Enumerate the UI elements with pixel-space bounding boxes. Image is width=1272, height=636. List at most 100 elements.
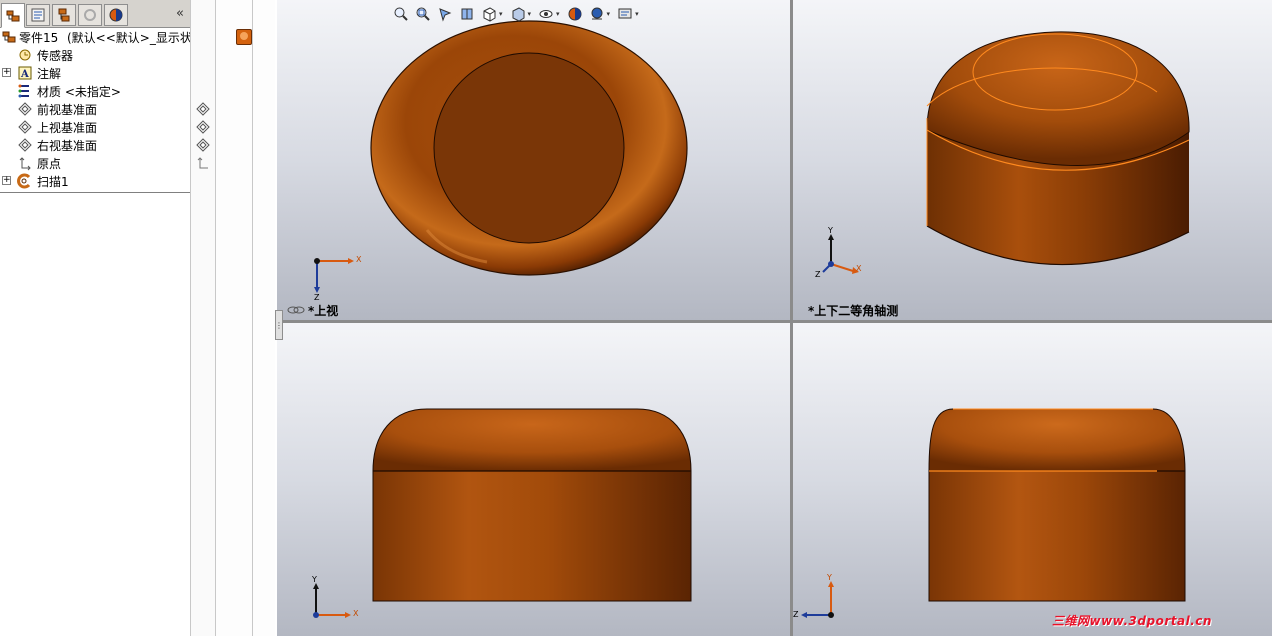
tree-item-top-plane[interactable]: 上视基准面 — [0, 118, 190, 136]
tree-item-right-plane[interactable]: 右视基准面 — [0, 136, 190, 154]
orientation-triad-right: Y Z — [793, 573, 843, 626]
expand-toggle[interactable]: + — [2, 68, 11, 77]
propertymanager-tab[interactable] — [26, 4, 50, 26]
part-icon — [1, 29, 17, 45]
origin-icon — [17, 155, 33, 171]
viewport-dimetric-view[interactable]: Y X Z *上下二等角轴测 — [793, 0, 1272, 320]
watermark: 三维网www.3dportal.cn — [1052, 614, 1212, 628]
view-settings-icon — [618, 8, 632, 19]
feature-tree-icon — [6, 10, 20, 21]
previous-view-icon — [439, 8, 452, 22]
display-pane-column-1 — [190, 0, 216, 636]
part-configuration: (默认<<默认>_显示状态 — [67, 31, 204, 45]
apply-scene-button[interactable] — [588, 5, 606, 23]
tree-item-origin[interactable]: 原点 — [0, 154, 190, 172]
triad-z-label: Z — [793, 610, 799, 619]
tree-item-annotations[interactable]: + A 注解 — [0, 64, 190, 82]
origin-visibility-icon[interactable] — [195, 155, 211, 171]
triad-x-label: X — [356, 255, 362, 264]
orientation-triad-iso: Y X Z — [813, 226, 873, 289]
sensor-icon — [17, 47, 33, 63]
heads-up-view-toolbar: ▾ ▾ ▾ ▾ ▾ — [392, 4, 641, 24]
display-manager-tab[interactable] — [104, 4, 128, 26]
viewport-right-view[interactable]: Y Z — [793, 323, 1272, 636]
display-pane-column-2 — [216, 0, 253, 636]
property-icon — [31, 8, 45, 22]
plane-visibility-icon[interactable] — [195, 101, 211, 117]
sweep-feature-icon — [17, 173, 33, 189]
previous-view-button[interactable] — [436, 5, 454, 23]
chevron-down-icon[interactable]: ▾ — [635, 10, 639, 18]
triad-y-label: Y — [312, 575, 317, 584]
tree-item-label: 右视基准面 — [37, 139, 98, 153]
configuration-icon — [58, 8, 70, 22]
tree-item-label: 注解 — [37, 67, 62, 81]
display-style-icon — [512, 7, 525, 22]
dimxpert-tab[interactable] — [78, 4, 102, 26]
part-name: 零件15 — [19, 31, 59, 45]
tree-item-label: 传感器 — [37, 49, 74, 63]
svg-text:A: A — [20, 69, 29, 80]
featuremanager-tab[interactable] — [1, 3, 25, 28]
dimxpert-icon — [84, 9, 96, 21]
tree-item-label: 扫描1 — [37, 175, 69, 189]
expand-toggle[interactable]: + — [2, 176, 11, 185]
manager-tab-bar: « — [0, 0, 190, 28]
zoom-fit-icon — [394, 7, 408, 21]
chevron-down-icon[interactable]: ▾ — [499, 10, 503, 18]
chevron-down-icon[interactable]: ▾ — [528, 10, 532, 18]
feature-manager-panel: « 零件15 (默认<<默认>_显示状态 传感器 + A 注解材质 <未指定> 前视基准… — [0, 0, 275, 636]
chevron-down-icon[interactable]: ▾ — [556, 10, 560, 18]
scene-icon — [591, 7, 603, 20]
triad-x-label: X — [353, 609, 359, 618]
hide-show-eye-icon — [539, 10, 553, 18]
right-view-model — [928, 408, 1186, 602]
top-plane-icon — [17, 119, 33, 135]
zoom-to-area-button[interactable] — [414, 5, 432, 23]
right-plane-icon — [17, 137, 33, 153]
part-appearance-swatch[interactable] — [236, 29, 252, 45]
section-view-icon — [461, 8, 473, 20]
tree-item-label: 原点 — [37, 157, 62, 171]
collapse-panel-button[interactable]: « — [176, 6, 184, 21]
tree-item-label: 前视基准面 — [37, 103, 98, 117]
display-style-button[interactable] — [509, 5, 527, 23]
triad-y-label: Y — [828, 226, 833, 235]
display-pane-column-3 — [253, 0, 275, 636]
panel-resize-grip[interactable]: ⋮ — [275, 310, 283, 340]
hide-show-items-button[interactable] — [537, 5, 555, 23]
edit-appearance-button[interactable] — [566, 5, 584, 23]
triad-y-label: Y — [827, 573, 832, 582]
annotation-icon: A — [17, 65, 33, 81]
link-views-icon[interactable] — [287, 304, 305, 316]
tree-item-sensors[interactable]: 传感器 — [0, 46, 190, 64]
tree-item-label: 上视基准面 — [37, 121, 98, 135]
plane-visibility-icon[interactable] — [195, 137, 211, 153]
section-view-button[interactable] — [458, 5, 476, 23]
horizontal-viewport-splitter[interactable] — [277, 320, 1272, 323]
appearance-icon — [568, 7, 582, 21]
chevron-down-icon[interactable]: ▾ — [607, 10, 611, 18]
viewport-label-top: *上视 — [308, 304, 339, 318]
configurationmanager-tab[interactable] — [52, 4, 76, 26]
triad-x-label: X — [856, 264, 862, 273]
view-orientation-icon — [483, 7, 496, 22]
view-orientation-button[interactable] — [480, 5, 498, 23]
tree-item-label: 材质 <未指定> — [37, 85, 121, 99]
viewport-top-view[interactable]: X Z *上视 — [277, 0, 790, 320]
view-settings-button[interactable] — [616, 5, 634, 23]
tree-item-sweep1[interactable]: + 扫描1 — [0, 172, 190, 190]
tree-item-front-plane[interactable]: 前视基准面 — [0, 100, 190, 118]
zoom-to-fit-button[interactable] — [392, 5, 410, 23]
triad-z-label: Z — [815, 270, 821, 279]
vertical-viewport-splitter[interactable] — [790, 0, 793, 636]
tree-item-material[interactable]: 材质 <未指定> — [0, 82, 190, 100]
viewport-label-iso: *上下二等角轴测 — [808, 304, 899, 318]
material-icon — [17, 83, 33, 99]
triad-z-label: Z — [314, 293, 320, 302]
zoom-area-icon — [416, 7, 430, 21]
orientation-triad-top: X Z — [310, 253, 362, 306]
plane-visibility-icon[interactable] — [195, 119, 211, 135]
display-manager-icon — [109, 8, 123, 22]
viewport-front-view[interactable]: Y X — [277, 323, 790, 636]
